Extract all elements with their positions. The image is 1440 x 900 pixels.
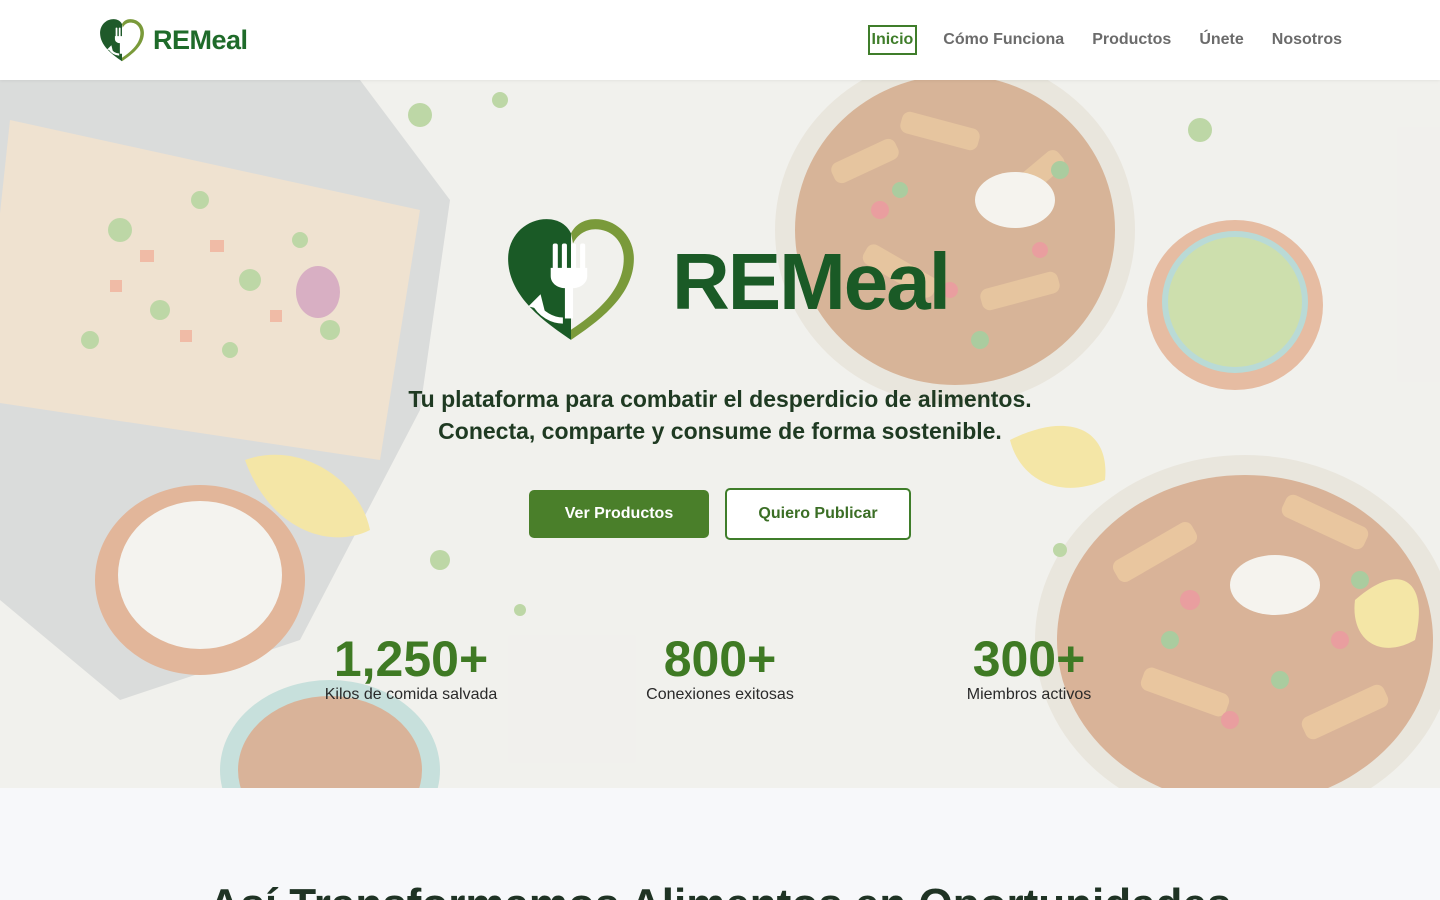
- how-it-works-section: Así Transformamos Alimentos en Oportunid…: [0, 788, 1440, 900]
- heart-fork-logo-icon: [100, 19, 144, 62]
- stat-kilos: 1,250+ Kilos de comida salvada: [281, 630, 541, 704]
- stat-label: Kilos de comida salvada: [324, 686, 498, 703]
- stat-value: 800+: [663, 631, 777, 687]
- hero-logo-name: REMeal: [672, 237, 951, 326]
- hero-content: REMeal Tu plataforma para combatir el de…: [0, 80, 1440, 788]
- stat-conexiones: 800+ Conexiones exitosas: [590, 630, 850, 704]
- section-title: Así Transformamos Alimentos en Oportunid…: [0, 880, 1440, 900]
- site-header: REMeal Inicio Cómo Funciona Productos Ún…: [0, 0, 1440, 80]
- nav-productos[interactable]: Productos: [1090, 27, 1173, 53]
- hero-cta-row: Ver Productos Quiero Publicar: [0, 488, 1440, 540]
- hero-section: REMeal Tu plataforma para combatir el de…: [0, 80, 1440, 788]
- nav-nosotros[interactable]: Nosotros: [1270, 27, 1344, 53]
- ver-productos-button[interactable]: Ver Productos: [529, 490, 709, 538]
- heart-fork-recycle-icon: [508, 219, 634, 340]
- stat-miembros: 300+ Miembros activos: [899, 630, 1159, 704]
- hero-tagline: Tu plataforma para combatir el desperdic…: [0, 383, 1440, 447]
- stat-value: 1,250+: [333, 631, 489, 687]
- brand-logo-link[interactable]: REMeal: [97, 17, 248, 63]
- main-nav: Inicio Cómo Funciona Productos Únete Nos…: [867, 25, 1344, 55]
- nav-como-funciona[interactable]: Cómo Funciona: [941, 27, 1066, 53]
- tagline-line-2: Conecta, comparte y consume de forma sos…: [438, 418, 1002, 444]
- nav-inicio[interactable]: Inicio: [867, 25, 918, 55]
- stat-label: Miembros activos: [966, 686, 1092, 703]
- stat-value: 300+: [972, 631, 1086, 687]
- hero-logo: REMeal: [500, 213, 951, 345]
- nav-unete[interactable]: Únete: [1197, 27, 1245, 53]
- brand-name: REMeal: [153, 24, 248, 55]
- tagline-line-1: Tu plataforma para combatir el desperdic…: [408, 386, 1032, 412]
- stat-label: Conexiones exitosas: [646, 686, 794, 703]
- quiero-publicar-button[interactable]: Quiero Publicar: [725, 488, 911, 540]
